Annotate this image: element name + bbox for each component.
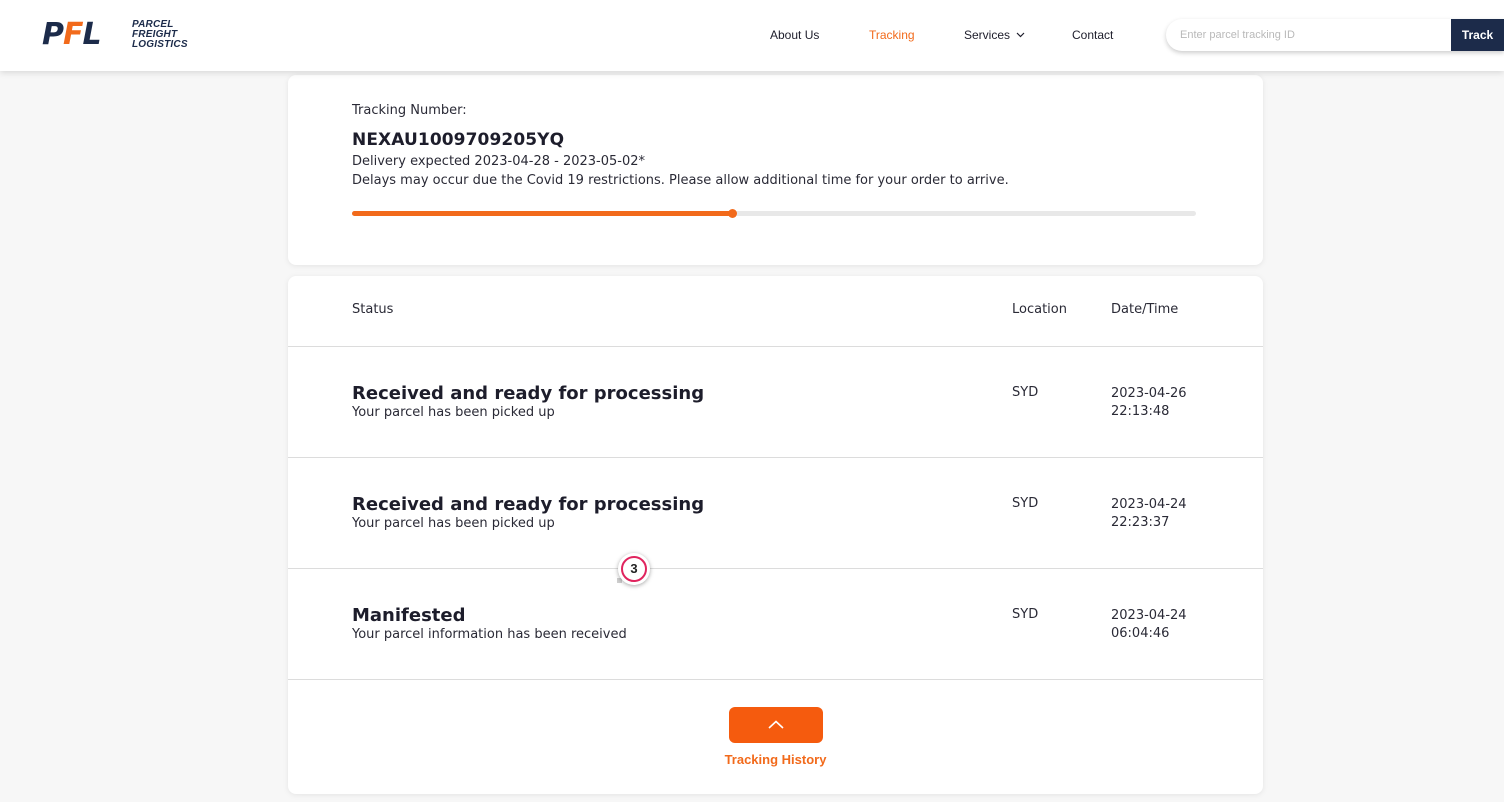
site-header: PFL PARCEL FREIGHT LOGISTICS About Us Tr… — [0, 0, 1504, 71]
event-description: Your parcel information has been receive… — [352, 627, 627, 642]
tracking-number-label: Tracking Number: — [352, 103, 467, 118]
nav-contact[interactable]: Contact — [1072, 28, 1113, 42]
event-datetime: 2023-04-24 06:04:46 — [1111, 607, 1187, 643]
nav-about-us[interactable]: About Us — [770, 28, 819, 42]
tracking-history-link[interactable]: Tracking History — [288, 752, 1263, 767]
event-status: Received and ready for processing — [352, 494, 705, 515]
event-location: SYD — [1012, 607, 1039, 622]
delivery-progress-bar — [352, 209, 1196, 218]
event-time: 22:23:37 — [1111, 515, 1170, 530]
nav-tracking[interactable]: Tracking — [869, 28, 915, 42]
event-date: 2023-04-24 — [1111, 497, 1187, 512]
track-button[interactable]: Track — [1451, 19, 1504, 51]
tracking-events-card: Status Location Date/Time Received and r… — [288, 276, 1263, 794]
event-location: SYD — [1012, 385, 1039, 400]
logo-wordmark: PARCEL FREIGHT LOGISTICS — [132, 20, 188, 50]
event-datetime: 2023-04-24 22:23:37 — [1111, 496, 1187, 532]
column-header-datetime: Date/Time — [1111, 302, 1179, 317]
logo-mark: PFL — [42, 17, 102, 52]
event-date: 2023-04-24 — [1111, 608, 1187, 623]
nav-services-label: Services — [964, 28, 1011, 42]
tracking-history-toggle-button[interactable] — [729, 707, 823, 743]
pfl-logo[interactable]: PFL PARCEL FREIGHT LOGISTICS — [42, 18, 192, 52]
annotation-marker: 3 — [618, 553, 650, 585]
event-date: 2023-04-26 — [1111, 386, 1187, 401]
table-row: Received and ready for processing Your p… — [288, 458, 1263, 569]
chevron-down-icon — [1016, 30, 1025, 40]
event-description: Your parcel has been picked up — [352, 516, 555, 531]
table-row: Received and ready for processing Your p… — [288, 347, 1263, 458]
row-divider — [288, 679, 1263, 680]
event-time: 22:13:48 — [1111, 404, 1170, 419]
tracking-number: NEXAU1009709205YQ — [352, 130, 565, 150]
event-status: Received and ready for processing — [352, 383, 705, 404]
delay-notice: Delays may occur due the Covid 19 restri… — [352, 173, 1009, 188]
logo-mark-text: PFL — [42, 17, 102, 52]
annotation-marker-label: 3 — [621, 556, 647, 582]
progress-fill — [352, 211, 732, 216]
table-row: Manifested Your parcel information has b… — [288, 569, 1263, 680]
column-header-location: Location — [1012, 302, 1067, 317]
event-status: Manifested — [352, 605, 466, 626]
event-time: 06:04:46 — [1111, 626, 1170, 641]
event-description: Your parcel has been picked up — [352, 405, 555, 420]
nav-services[interactable]: Services — [964, 28, 1025, 42]
event-location: SYD — [1012, 496, 1039, 511]
progress-marker — [727, 209, 737, 218]
column-header-status: Status — [352, 302, 394, 317]
logo-line-logistics: LOGISTICS — [132, 39, 188, 50]
tracking-id-input[interactable] — [1166, 19, 1452, 51]
delivery-expected: Delivery expected 2023-04-28 - 2023-05-0… — [352, 154, 645, 169]
event-datetime: 2023-04-26 22:13:48 — [1111, 385, 1187, 421]
chevron-up-icon — [768, 720, 784, 729]
tracking-summary-card: Tracking Number: NEXAU1009709205YQ Deliv… — [288, 75, 1263, 265]
